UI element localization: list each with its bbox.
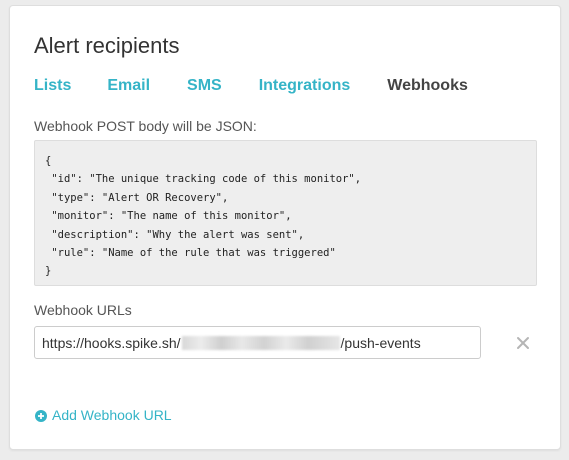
add-webhook-url-button[interactable]: Add Webhook URL [35, 406, 172, 424]
code-line: { [45, 155, 52, 167]
code-line: "rule": "Name of the rule that was trigg… [45, 247, 336, 260]
plus-circle-icon [35, 409, 47, 422]
tab-sms[interactable]: SMS [187, 76, 222, 96]
tab-integrations[interactable]: Integrations [259, 76, 351, 96]
json-body-label: Webhook POST body will be JSON: [34, 118, 257, 134]
redacted-token [181, 335, 340, 350]
tab-lists[interactable]: Lists [34, 76, 71, 96]
add-webhook-url-label: Add Webhook URL [52, 407, 172, 423]
webhook-url-prefix: https://hooks.spike.sh/ [42, 334, 181, 351]
alert-recipients-panel: Alert recipients Lists Email SMS Integra… [9, 5, 561, 450]
code-line: "monitor": "The name of this monitor", [45, 210, 292, 223]
tab-email[interactable]: Email [107, 76, 150, 96]
code-line: } [45, 265, 52, 278]
webhook-urls-label: Webhook URLs [34, 302, 132, 318]
tab-webhooks[interactable]: Webhooks [387, 76, 468, 96]
page-title: Alert recipients [34, 33, 180, 58]
json-body-example: { "id": "The unique tracking code of thi… [34, 140, 537, 286]
code-line: "id": "The unique tracking code of this … [45, 173, 362, 186]
webhook-url-suffix: /push-events [340, 334, 421, 351]
close-icon[interactable] [513, 333, 533, 353]
webhook-url-input[interactable]: https://hooks.spike.sh/ /push-events [34, 326, 481, 359]
code-line: "description": "Why the alert was sent", [45, 228, 305, 241]
recipient-tabs: Lists Email SMS Integrations Webhooks [34, 76, 468, 96]
code-line: "type": "Alert OR Recovery", [45, 191, 229, 204]
